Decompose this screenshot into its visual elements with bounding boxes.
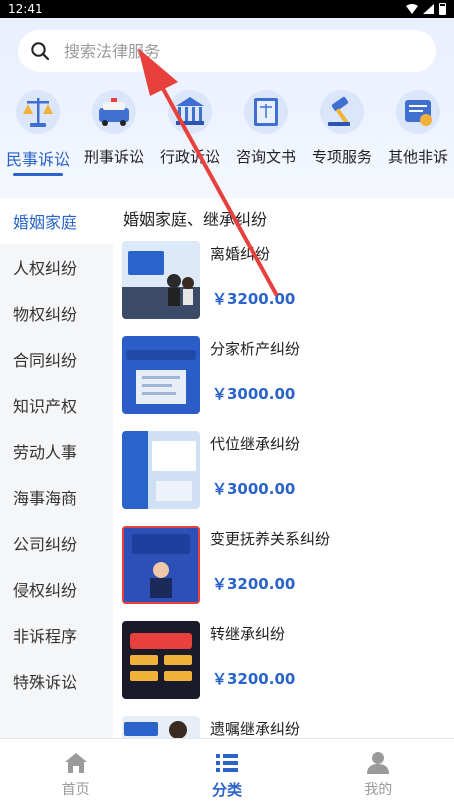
product-item[interactable]: 转继承纠纷 ￥3200.00 <box>122 621 452 701</box>
police-car-icon <box>90 88 138 136</box>
product-price: ￥3000.00 <box>212 385 296 403</box>
tab-label: 首页 <box>61 782 90 798</box>
category-label: 专项服务 <box>311 148 372 166</box>
category-civil[interactable]: 民事诉讼 <box>0 88 76 178</box>
status-bar: 12:41 <box>0 0 454 18</box>
product-name: 转继承纠纷 <box>210 625 286 643</box>
sidebar-item-company[interactable]: 公司纠纷 <box>0 520 113 566</box>
sidebar-item-special-litigation[interactable]: 特殊诉讼 <box>0 658 113 704</box>
wifi-icon <box>406 4 418 14</box>
user-icon <box>367 752 390 774</box>
government-building-icon <box>166 88 214 136</box>
category-label: 民事诉讼 <box>5 150 70 169</box>
sidebar-item-labor[interactable]: 劳动人事 <box>0 428 113 474</box>
search-icon <box>31 42 50 61</box>
sidebar: 婚姻家庭 人权纠纷 物权纠纷 合同纠纷 知识产权 劳动人事 海事海商 公司纠纷 … <box>0 198 113 738</box>
product-name: 遗嘱继承纠纷 <box>210 720 301 738</box>
list-icon <box>215 754 238 772</box>
product-item[interactable]: 代位继承纠纷 ￥3000.00 <box>122 431 452 511</box>
search-input[interactable] <box>64 41 364 61</box>
active-indicator <box>13 173 63 176</box>
tab-home[interactable]: 首页 <box>0 739 151 807</box>
product-item[interactable]: 遗嘱继承纠纷 <box>122 716 452 738</box>
category-label: 行政诉讼 <box>159 148 220 166</box>
sidebar-item-maritime[interactable]: 海事海商 <box>0 474 113 520</box>
gavel-icon <box>318 88 366 136</box>
sidebar-item-property-rights[interactable]: 物权纠纷 <box>0 290 113 336</box>
product-name: 分家析产纠纷 <box>210 340 301 358</box>
product-price: ￥3200.00 <box>212 575 296 593</box>
product-item[interactable]: 离婚纠纷 ￥3200.00 <box>122 241 452 321</box>
tab-label: 分类 <box>211 781 242 799</box>
product-thumbnail <box>122 431 200 509</box>
category-label: 其他非诉 <box>387 148 448 166</box>
product-name: 离婚纠纷 <box>210 245 271 263</box>
product-item[interactable]: 分家析产纠纷 ￥3000.00 <box>122 336 452 416</box>
battery-icon <box>439 3 446 15</box>
category-label: 咨询文书 <box>235 148 296 166</box>
category-other-nonlitigation[interactable]: 其他非诉 <box>380 88 454 178</box>
signal-icon <box>423 4 434 14</box>
sidebar-item-human-rights[interactable]: 人权纠纷 <box>0 244 113 290</box>
legal-book-icon <box>242 88 290 136</box>
scales-icon <box>14 88 62 136</box>
product-thumbnail <box>122 336 200 414</box>
category-consult-docs[interactable]: 咨询文书 <box>228 88 304 178</box>
sidebar-item-tort[interactable]: 侵权纠纷 <box>0 566 113 612</box>
tab-category[interactable]: 分类 <box>151 739 302 807</box>
sidebar-item-non-litigation[interactable]: 非诉程序 <box>0 612 113 658</box>
bottom-tab-bar: 首页 分类 我的 <box>0 738 454 807</box>
product-name: 代位继承纠纷 <box>210 435 301 453</box>
search-bar[interactable] <box>18 30 436 72</box>
product-name: 变更抚养关系纠纷 <box>210 530 331 548</box>
product-thumbnail <box>122 716 200 738</box>
product-price: ￥3200.00 <box>212 670 296 688</box>
tab-label: 我的 <box>364 782 393 798</box>
product-panel: 婚姻家庭、继承纠纷 离婚纠纷 ￥3200.00 分家析产纠纷 ￥3000.00 … <box>113 198 454 738</box>
document-stamp-icon <box>394 88 442 136</box>
section-title: 婚姻家庭、继承纠纷 <box>123 210 268 229</box>
home-icon <box>64 753 87 773</box>
category-label: 刑事诉讼 <box>83 148 144 166</box>
sidebar-item-intellectual-property[interactable]: 知识产权 <box>0 382 113 428</box>
category-special[interactable]: 专项服务 <box>304 88 380 178</box>
status-time: 12:41 <box>8 2 43 16</box>
product-item[interactable]: 变更抚养关系纠纷 ￥3200.00 <box>122 526 452 606</box>
category-administrative[interactable]: 行政诉讼 <box>152 88 228 178</box>
product-thumbnail <box>122 526 200 604</box>
category-row: 民事诉讼 刑事诉讼 行政诉讼 咨询文书 专项服务 其他非诉 <box>0 88 454 178</box>
product-price: ￥3000.00 <box>212 480 296 498</box>
product-thumbnail <box>122 241 200 319</box>
product-price: ￥3200.00 <box>212 290 296 308</box>
category-criminal[interactable]: 刑事诉讼 <box>76 88 152 178</box>
sidebar-item-marriage-family[interactable]: 婚姻家庭 <box>0 198 113 244</box>
tab-mine[interactable]: 我的 <box>303 739 454 807</box>
sidebar-item-contract[interactable]: 合同纠纷 <box>0 336 113 382</box>
product-thumbnail <box>122 621 200 699</box>
